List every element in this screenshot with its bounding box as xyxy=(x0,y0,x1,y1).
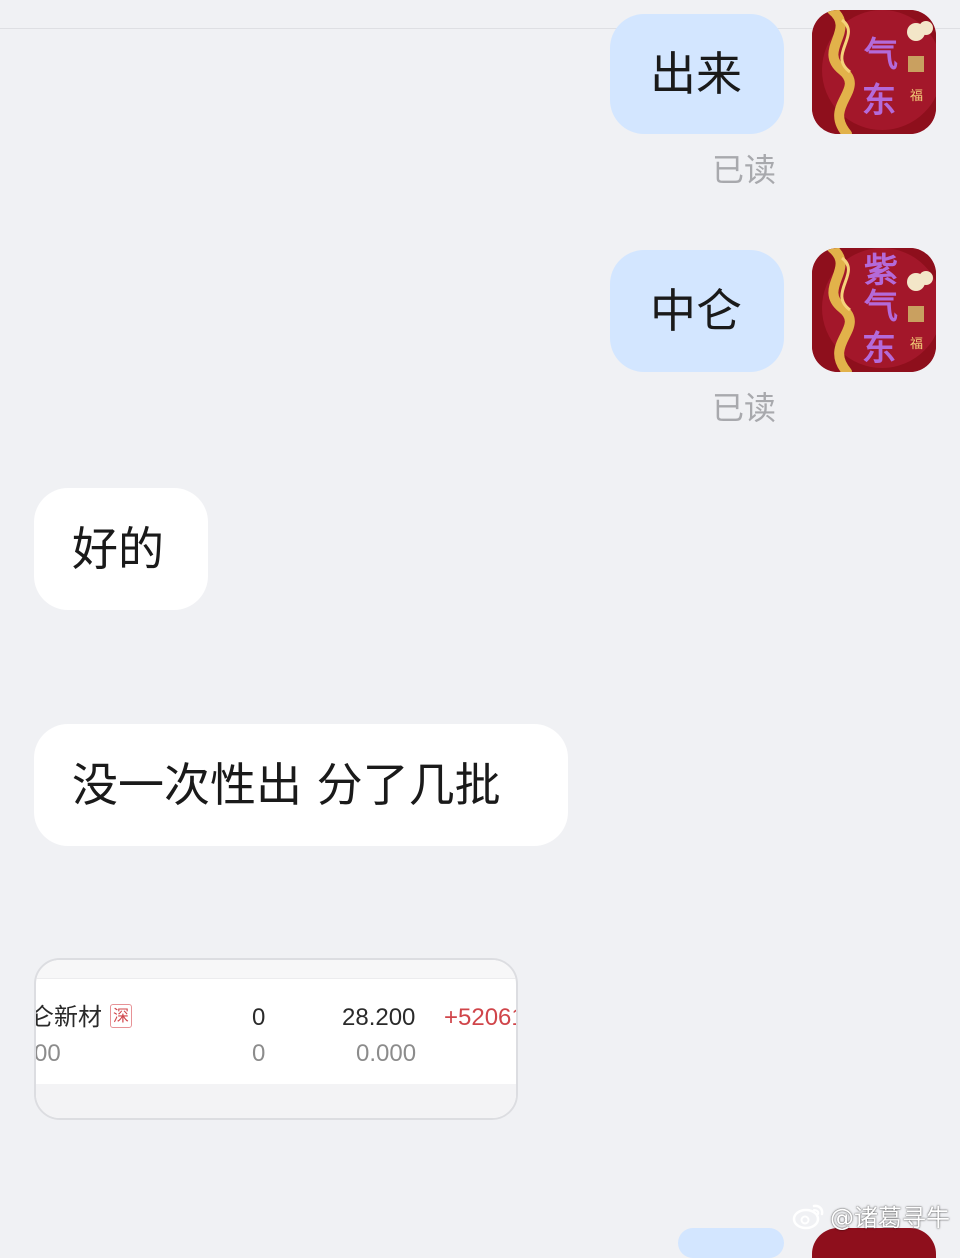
svg-text:东: 东 xyxy=(862,329,896,369)
svg-text:气: 气 xyxy=(863,35,898,75)
svg-text:气: 气 xyxy=(863,287,898,327)
svg-text:福: 福 xyxy=(910,337,923,352)
svg-text:福: 福 xyxy=(910,89,923,104)
message-text: 好的 xyxy=(72,522,164,576)
message-bubble-received[interactable]: 没一次性出 分了几批 xyxy=(34,724,568,846)
image-message-stock-screenshot[interactable]: 仑新材 深 00 0 0 28.200 0.000 +52061 xyxy=(34,958,518,1120)
dragon-avatar-icon: 紫 气 东 福 xyxy=(812,248,936,372)
stock-name: 仑新材 xyxy=(34,1004,102,1031)
message-bubble-sent[interactable]: 出来 xyxy=(610,14,784,134)
read-status: 已读 xyxy=(712,151,777,189)
holding-value: 0 xyxy=(252,1004,266,1031)
message-bubble-sent[interactable]: 中仑 xyxy=(610,250,784,372)
market-tag: 深 xyxy=(110,1004,133,1028)
message-text: 没一次性出 分了几批 xyxy=(72,758,501,812)
read-status: 已读 xyxy=(712,389,777,427)
user-avatar[interactable]: 气 东 福 xyxy=(812,10,936,134)
message-bubble-sent-partial[interactable] xyxy=(678,1228,784,1258)
profit-value: +52061 xyxy=(444,1004,518,1031)
dragon-avatar-icon: 气 东 福 xyxy=(812,10,936,134)
watermark: @诸葛寻牛 xyxy=(792,1198,950,1233)
watermark-text: @诸葛寻牛 xyxy=(830,1204,950,1232)
message-text: 中仑 xyxy=(650,284,742,338)
holding-sub-value: 0 xyxy=(252,1040,266,1067)
price-sub-value: 0.000 xyxy=(356,1040,417,1067)
svg-text:东: 东 xyxy=(862,81,896,121)
weibo-logo-icon xyxy=(792,1204,824,1229)
svg-text:紫: 紫 xyxy=(864,251,898,291)
stock-sub-value: 00 xyxy=(34,1040,61,1067)
message-text: 出来 xyxy=(650,47,742,101)
card-bottom-strip xyxy=(36,1084,516,1118)
message-bubble-received[interactable]: 好的 xyxy=(34,488,208,610)
user-avatar[interactable]: 紫 气 东 福 xyxy=(812,248,936,372)
card-top-strip xyxy=(36,960,516,979)
price-value: 28.200 xyxy=(342,1004,416,1031)
